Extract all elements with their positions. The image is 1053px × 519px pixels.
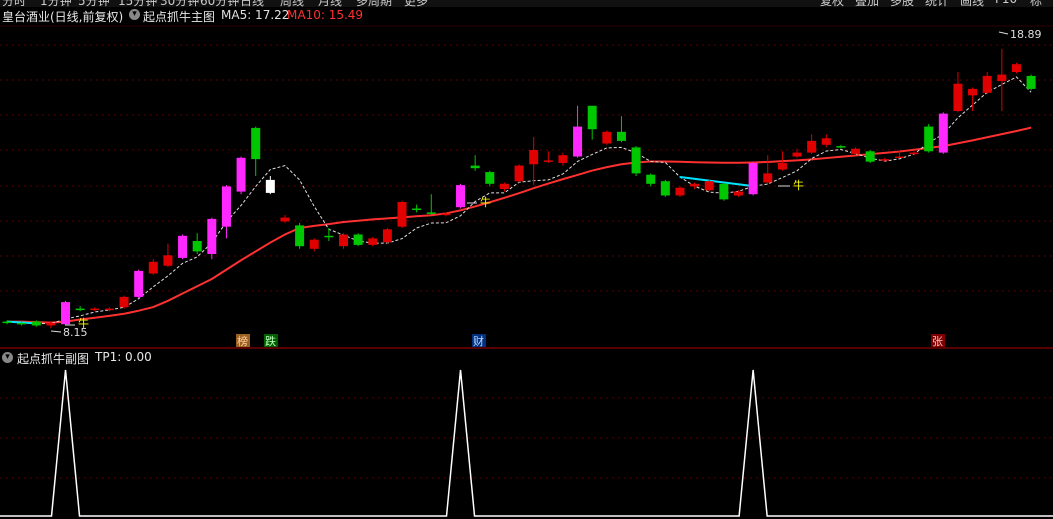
candle-body <box>412 208 422 210</box>
candle-body <box>251 127 261 160</box>
candle-body <box>104 308 114 311</box>
candle-body <box>90 308 100 311</box>
candle-body <box>938 113 948 153</box>
candle-body <box>807 140 817 153</box>
candle-body <box>529 150 539 165</box>
candle-body <box>821 138 831 145</box>
candle-body <box>690 183 700 187</box>
candle-body <box>953 83 963 111</box>
candle-body <box>734 191 743 196</box>
candle-body <box>265 179 275 193</box>
candle-body <box>616 131 626 141</box>
candle-body <box>880 159 890 161</box>
candle-body <box>660 181 670 196</box>
candle-body <box>221 186 231 227</box>
candle-body <box>602 131 612 144</box>
candle-body <box>894 156 904 158</box>
event-tag: 跌 <box>265 334 276 348</box>
candle-body <box>17 322 27 325</box>
niu-signal-label: 牛 <box>793 178 804 192</box>
candle-body <box>119 296 129 308</box>
candle-body <box>909 152 919 155</box>
ma5-line <box>6 76 1032 325</box>
candle-body <box>646 174 656 184</box>
tp1-line <box>0 369 1053 517</box>
candle-body <box>309 239 319 249</box>
candle-body <box>236 157 246 192</box>
high-price-arrow <box>998 31 1009 35</box>
candle-body <box>558 155 568 163</box>
candle-body <box>587 105 597 130</box>
event-tag: 财 <box>473 334 484 348</box>
candle-body <box>280 217 290 222</box>
event-tag: 榜 <box>237 334 248 348</box>
candle-body <box>968 88 978 96</box>
candle-body <box>456 185 466 208</box>
candle-body <box>499 183 509 189</box>
candle-body <box>148 261 158 274</box>
candle-body <box>763 173 773 183</box>
candle-body <box>397 202 407 227</box>
candle-body <box>485 172 495 184</box>
candle-body <box>353 234 363 245</box>
chart-canvas[interactable]: 18.898.15牛牛牛榜跌财张 <box>0 0 1053 519</box>
candle-body <box>426 212 436 214</box>
candle-body <box>748 163 758 195</box>
candle-body <box>163 255 173 266</box>
candle-body <box>207 218 217 254</box>
candle-body <box>997 74 1007 82</box>
candle-body <box>573 126 583 157</box>
candle-body <box>295 225 305 247</box>
candle-body <box>134 270 144 297</box>
candle-body <box>61 302 71 325</box>
candle-body <box>75 308 85 311</box>
candle-body <box>1011 64 1021 72</box>
candle-body <box>924 126 934 152</box>
candle-body <box>368 238 378 245</box>
niu-signal-label: 牛 <box>78 316 89 330</box>
candle-body <box>324 235 334 238</box>
candle-body <box>2 321 12 324</box>
candle-body <box>382 229 392 243</box>
candle-body <box>719 183 729 200</box>
candle-body <box>865 151 875 162</box>
low-price-arrow <box>50 330 62 333</box>
candle-body <box>46 322 56 326</box>
niu-signal-label: 牛 <box>480 195 491 209</box>
candle-body <box>792 152 802 157</box>
candle-body <box>192 241 202 252</box>
candle-body <box>851 148 861 154</box>
candle-body <box>704 181 714 191</box>
candle-body <box>543 160 553 162</box>
candle-body <box>675 187 685 196</box>
candle-body <box>178 235 188 258</box>
candle-body <box>470 165 480 169</box>
candle-body <box>514 165 524 182</box>
candle-body <box>631 147 641 174</box>
ma10-line <box>7 126 1032 324</box>
candle-body <box>836 146 846 148</box>
candle-body <box>31 321 41 326</box>
candle-body <box>441 213 451 216</box>
high-price-label: 18.89 <box>1010 28 1042 41</box>
candle-body <box>982 75 992 93</box>
candle-body <box>1026 75 1036 89</box>
event-tag: 张 <box>932 335 943 348</box>
candle-body <box>777 163 787 170</box>
candle-body <box>338 234 348 247</box>
